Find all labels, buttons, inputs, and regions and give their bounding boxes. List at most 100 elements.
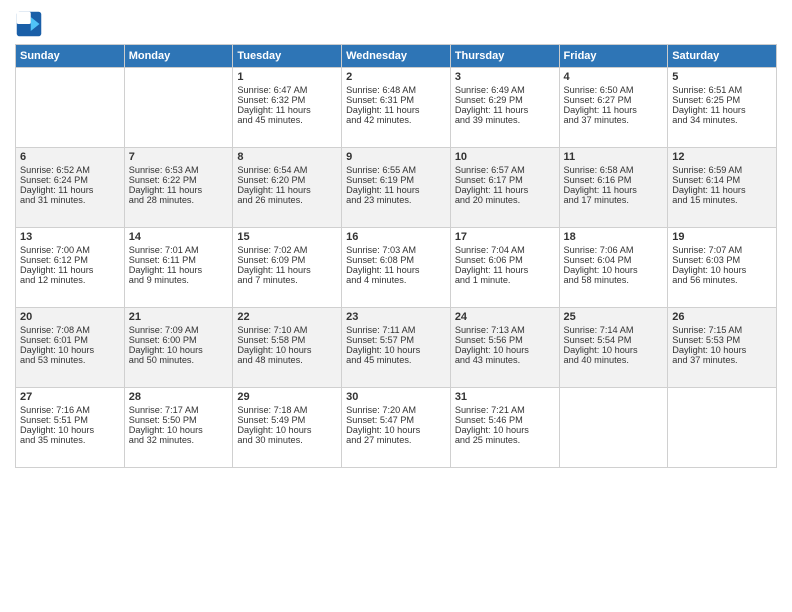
calendar-cell bbox=[559, 388, 668, 468]
cell-line: and 50 minutes. bbox=[129, 355, 229, 365]
cell-line: Daylight: 11 hours bbox=[455, 185, 555, 195]
calendar-cell: 30Sunrise: 7:20 AMSunset: 5:47 PMDayligh… bbox=[342, 388, 451, 468]
calendar-cell: 13Sunrise: 7:00 AMSunset: 6:12 PMDayligh… bbox=[16, 228, 125, 308]
day-number: 11 bbox=[564, 151, 664, 163]
header-row-days: SundayMondayTuesdayWednesdayThursdayFrid… bbox=[16, 45, 777, 68]
day-number: 15 bbox=[237, 231, 337, 243]
calendar-cell: 17Sunrise: 7:04 AMSunset: 6:06 PMDayligh… bbox=[450, 228, 559, 308]
day-number: 18 bbox=[564, 231, 664, 243]
cell-line: Daylight: 10 hours bbox=[237, 425, 337, 435]
day-number: 12 bbox=[672, 151, 772, 163]
cell-line: Daylight: 11 hours bbox=[346, 265, 446, 275]
cell-line: Daylight: 11 hours bbox=[20, 185, 120, 195]
day-number: 21 bbox=[129, 311, 229, 323]
cell-line: and 35 minutes. bbox=[20, 435, 120, 445]
cell-line: Sunset: 6:16 PM bbox=[564, 175, 664, 185]
day-number: 2 bbox=[346, 71, 446, 83]
day-number: 30 bbox=[346, 391, 446, 403]
cell-line: and 39 minutes. bbox=[455, 115, 555, 125]
cell-line: and 9 minutes. bbox=[129, 275, 229, 285]
cell-line: Daylight: 11 hours bbox=[564, 105, 664, 115]
cell-line: Daylight: 11 hours bbox=[672, 105, 772, 115]
calendar-cell: 4Sunrise: 6:50 AMSunset: 6:27 PMDaylight… bbox=[559, 68, 668, 148]
cell-line: and 1 minute. bbox=[455, 275, 555, 285]
cell-line: Sunrise: 7:15 AM bbox=[672, 325, 772, 335]
calendar-cell: 29 Sunrise: 7:18 AMSunset: 5:49 PMDayligh… bbox=[233, 388, 342, 468]
cell-line: Sunrise: 6:47 AM bbox=[237, 85, 337, 95]
calendar-table: SundayMondayTuesdayWednesdayThursdayFrid… bbox=[15, 44, 777, 468]
cell-line: Daylight: 11 hours bbox=[346, 105, 446, 115]
calendar-cell: 5Sunrise: 6:51 AMSunset: 6:25 PMDaylight… bbox=[668, 68, 777, 148]
cell-line: Sunset: 6:22 PM bbox=[129, 175, 229, 185]
calendar-cell bbox=[668, 388, 777, 468]
week-row-2: 13Sunrise: 7:00 AMSunset: 6:12 PMDayligh… bbox=[16, 228, 777, 308]
cell-line: Daylight: 10 hours bbox=[237, 345, 337, 355]
cell-line: Sunset: 5:47 PM bbox=[346, 415, 446, 425]
cell-line: and 53 minutes. bbox=[20, 355, 120, 365]
cell-line: and 34 minutes. bbox=[672, 115, 772, 125]
cell-line: Sunset: 5:46 PM bbox=[455, 415, 555, 425]
cell-line: and 58 minutes. bbox=[564, 275, 664, 285]
cell-line: Daylight: 11 hours bbox=[129, 265, 229, 275]
logo-icon bbox=[15, 10, 43, 38]
cell-line: Sunset: 5:56 PM bbox=[455, 335, 555, 345]
calendar-cell: 1Sunrise: 6:47 AMSunset: 6:32 PMDaylight… bbox=[233, 68, 342, 148]
cell-line: Sunset: 5:49 PM bbox=[237, 415, 337, 425]
cell-line: Sunrise: 6:50 AM bbox=[564, 85, 664, 95]
cell-line: Daylight: 11 hours bbox=[237, 185, 337, 195]
calendar-cell: 12Sunrise: 6:59 AMSunset: 6:14 PMDayligh… bbox=[668, 148, 777, 228]
calendar-cell: 31Sunrise: 7:21 AMSunset: 5:46 PMDayligh… bbox=[450, 388, 559, 468]
calendar-cell: 15Sunrise: 7:02 AMSunset: 6:09 PMDayligh… bbox=[233, 228, 342, 308]
cell-line: and 7 minutes. bbox=[237, 275, 337, 285]
calendar-cell: 16Sunrise: 7:03 AMSunset: 6:08 PMDayligh… bbox=[342, 228, 451, 308]
day-number: 26 bbox=[672, 311, 772, 323]
cell-line: and 27 minutes. bbox=[346, 435, 446, 445]
cell-line: Sunrise: 7:08 AM bbox=[20, 325, 120, 335]
cell-line: and 37 minutes. bbox=[672, 355, 772, 365]
cell-line: and 15 minutes. bbox=[672, 195, 772, 205]
cell-line: Sunrise: 7:18 AM bbox=[237, 405, 337, 415]
header-row bbox=[15, 10, 777, 38]
calendar-cell: 22Sunrise: 7:10 AMSunset: 5:58 PMDayligh… bbox=[233, 308, 342, 388]
cell-line: and 32 minutes. bbox=[129, 435, 229, 445]
cell-line: Sunrise: 6:49 AM bbox=[455, 85, 555, 95]
cell-line: Sunrise: 6:59 AM bbox=[672, 165, 772, 175]
cell-line: Daylight: 11 hours bbox=[564, 185, 664, 195]
calendar-cell: 23Sunrise: 7:11 AMSunset: 5:57 PMDayligh… bbox=[342, 308, 451, 388]
cell-line: Sunset: 6:08 PM bbox=[346, 255, 446, 265]
cell-line: Sunrise: 6:54 AM bbox=[237, 165, 337, 175]
day-number: 25 bbox=[564, 311, 664, 323]
calendar-cell bbox=[124, 68, 233, 148]
cell-line: Sunset: 6:14 PM bbox=[672, 175, 772, 185]
day-number: 10 bbox=[455, 151, 555, 163]
cell-line: Sunset: 6:32 PM bbox=[237, 95, 337, 105]
cell-line: Sunrise: 7:16 AM bbox=[20, 405, 120, 415]
cell-line: Daylight: 11 hours bbox=[129, 185, 229, 195]
header-friday: Friday bbox=[559, 45, 668, 68]
header-wednesday: Wednesday bbox=[342, 45, 451, 68]
day-number: 29 bbox=[237, 391, 337, 403]
page: SundayMondayTuesdayWednesdayThursdayFrid… bbox=[0, 0, 792, 612]
day-number: 4 bbox=[564, 71, 664, 83]
cell-line: Daylight: 10 hours bbox=[672, 345, 772, 355]
day-number: 16 bbox=[346, 231, 446, 243]
cell-line: Sunrise: 6:53 AM bbox=[129, 165, 229, 175]
week-row-1: 6Sunrise: 6:52 AMSunset: 6:24 PMDaylight… bbox=[16, 148, 777, 228]
cell-line: Daylight: 10 hours bbox=[672, 265, 772, 275]
calendar-cell: 8Sunrise: 6:54 AMSunset: 6:20 PMDaylight… bbox=[233, 148, 342, 228]
cell-line: Daylight: 10 hours bbox=[20, 345, 120, 355]
cell-line: and 25 minutes. bbox=[455, 435, 555, 445]
cell-line: and 31 minutes. bbox=[20, 195, 120, 205]
header-tuesday: Tuesday bbox=[233, 45, 342, 68]
header-monday: Monday bbox=[124, 45, 233, 68]
cell-line: Sunset: 5:57 PM bbox=[346, 335, 446, 345]
cell-line: and 45 minutes. bbox=[346, 355, 446, 365]
day-number: 6 bbox=[20, 151, 120, 163]
week-row-0: 1Sunrise: 6:47 AMSunset: 6:32 PMDaylight… bbox=[16, 68, 777, 148]
cell-line: Daylight: 11 hours bbox=[237, 105, 337, 115]
cell-line: Daylight: 10 hours bbox=[455, 425, 555, 435]
day-number: 31 bbox=[455, 391, 555, 403]
cell-line: Sunrise: 7:06 AM bbox=[564, 245, 664, 255]
calendar-cell: 7Sunrise: 6:53 AMSunset: 6:22 PMDaylight… bbox=[124, 148, 233, 228]
cell-line: Sunrise: 6:51 AM bbox=[672, 85, 772, 95]
